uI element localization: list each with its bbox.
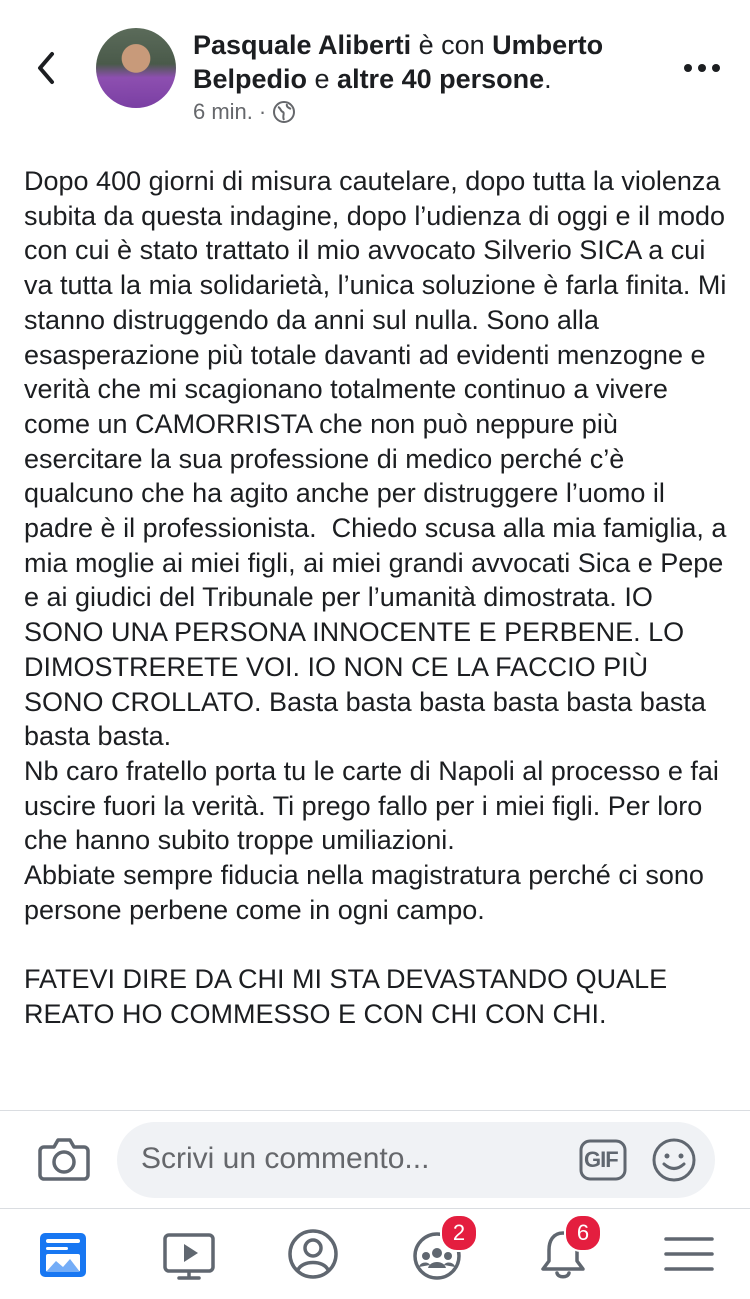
globe-icon: [273, 101, 296, 123]
news-feed-icon: [40, 1233, 86, 1277]
bottom-nav: 2 6: [0, 1208, 750, 1299]
avatar[interactable]: [96, 28, 176, 108]
comment-placeholder: Scrivi un commento...: [141, 1142, 430, 1175]
groups-badge: 2: [440, 1214, 478, 1252]
more-options-button[interactable]: [682, 56, 722, 80]
author-name[interactable]: Pasquale Aliberti: [193, 30, 411, 60]
emoji-button[interactable]: [651, 1137, 697, 1183]
period: .: [544, 64, 552, 94]
post-meta: 6 min. ·: [193, 99, 296, 125]
back-button[interactable]: [28, 48, 68, 88]
camera-icon: [38, 1138, 90, 1181]
nav-watch[interactable]: [158, 1223, 220, 1285]
others-link[interactable]: altre 40 persone: [337, 64, 544, 94]
timestamp[interactable]: 6 min.: [193, 99, 253, 125]
meta-dot: ·: [258, 99, 267, 124]
profile-icon: [288, 1229, 338, 1279]
with-word: è con: [411, 30, 493, 60]
nav-news-feed[interactable]: [32, 1223, 94, 1285]
and-word: e: [307, 64, 338, 94]
gif-button[interactable]: GIF: [579, 1139, 627, 1181]
nav-groups[interactable]: 2: [406, 1214, 478, 1285]
comment-input[interactable]: Scrivi un commento... GIF: [117, 1122, 715, 1198]
post-header: Pasquale Aliberti è con Umberto Belpedio…: [0, 0, 750, 140]
smile-icon: [652, 1138, 696, 1182]
more-horizontal-icon: [684, 64, 720, 72]
nav-notifications[interactable]: 6: [532, 1214, 602, 1285]
notifications-badge: 6: [564, 1214, 602, 1252]
hamburger-icon: [664, 1237, 714, 1271]
comment-bar: Scrivi un commento... GIF: [0, 1110, 750, 1209]
post-text: Dopo 400 giorni di misura cautelare, dop…: [24, 166, 727, 1029]
chevron-left-icon: [38, 52, 54, 84]
nav-menu[interactable]: [658, 1223, 720, 1285]
camera-button[interactable]: [38, 1135, 90, 1181]
nav-profile[interactable]: [282, 1223, 344, 1285]
gif-label: GIF: [584, 1147, 619, 1172]
author-line: Pasquale Aliberti è con Umberto Belpedio…: [193, 28, 663, 96]
video-icon: [163, 1233, 215, 1280]
